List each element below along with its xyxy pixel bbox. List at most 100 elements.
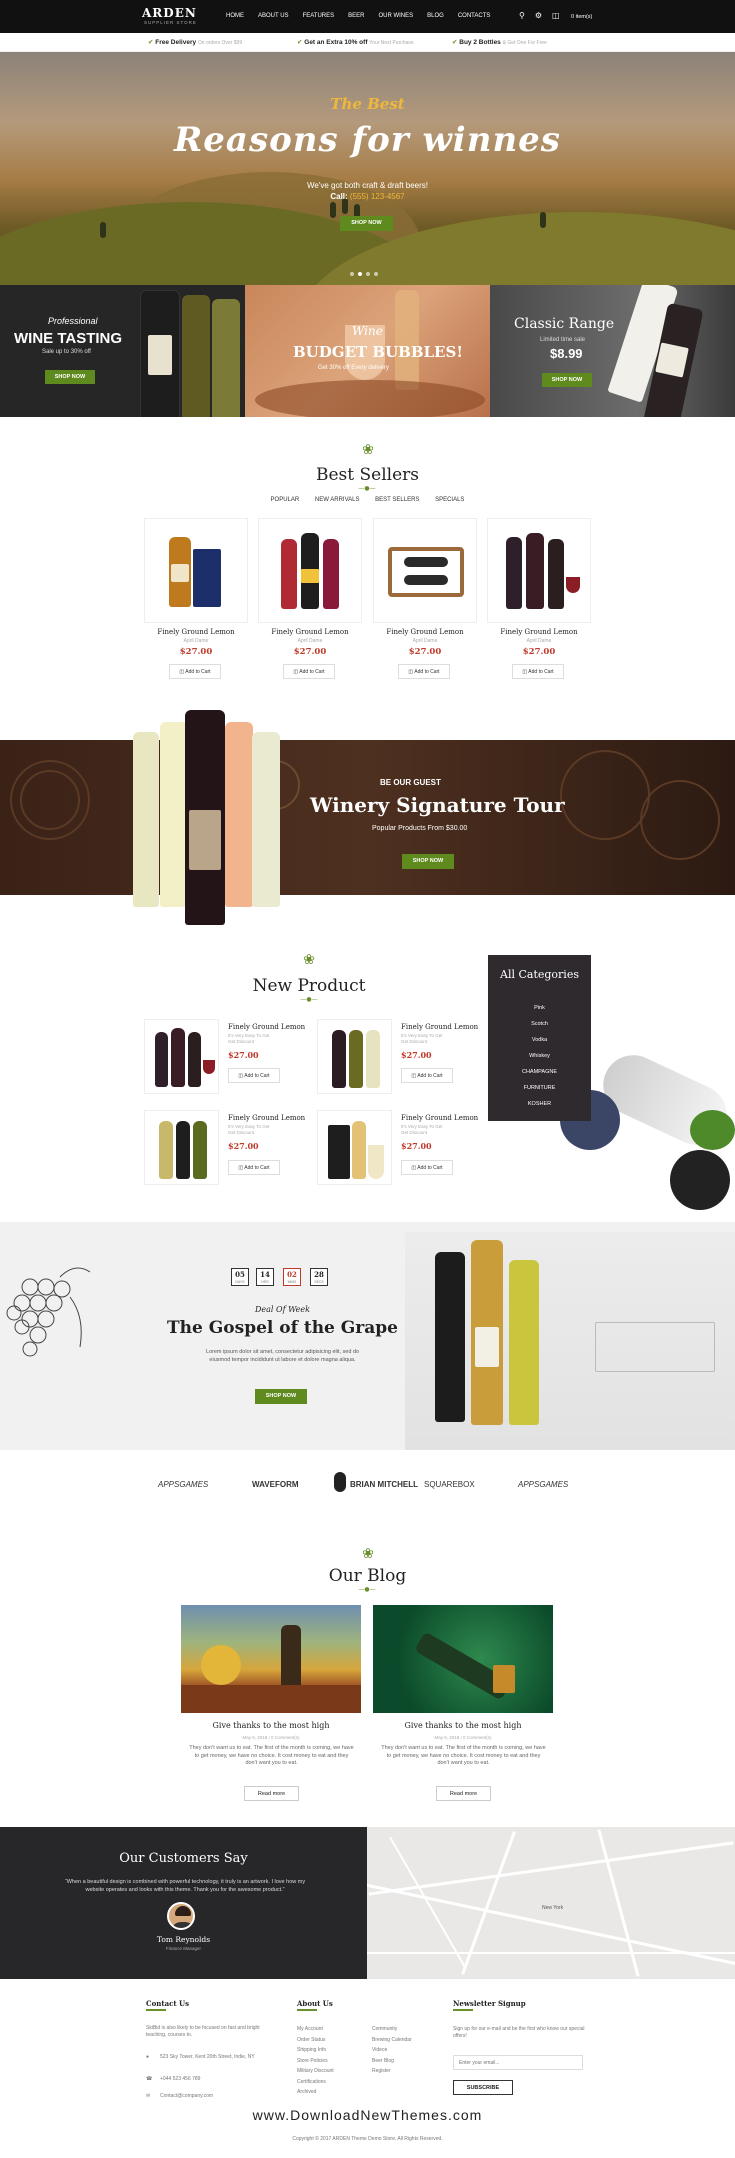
promo1-kicker: Professional (48, 316, 98, 326)
promo-classic-range[interactable] (490, 285, 735, 417)
footer-email[interactable]: Contact@company.com (160, 2093, 213, 2100)
add-to-cart-button[interactable]: ◫ Add to Cart (169, 664, 221, 679)
nav-beer[interactable]: BEER (348, 13, 364, 19)
product-name[interactable]: Finely Ground Lemon (258, 628, 362, 636)
blog-post-excerpt: They don't want us to eat. The first of … (189, 1745, 354, 1766)
add-to-cart-button[interactable]: ◫ Add to Cart (512, 664, 564, 679)
blog-image[interactable] (373, 1605, 553, 1713)
brand-logo[interactable]: APPSGAMES (158, 1480, 208, 1489)
category-link[interactable]: Vodka (488, 1037, 591, 1043)
category-link[interactable]: Whiskey (488, 1053, 591, 1059)
category-link[interactable]: Scotch (488, 1021, 591, 1027)
product-name[interactable]: Finely Ground Lemon (228, 1023, 305, 1031)
tab-new-arrivals[interactable]: NEW ARRIVALS (315, 497, 360, 503)
add-to-cart-button[interactable]: ◫ Add to Cart (398, 664, 450, 679)
footer-link[interactable]: Beer Blog (372, 2056, 412, 2067)
product-name[interactable]: Finely Ground Lemon (401, 1114, 478, 1122)
blog-post-title[interactable]: Give thanks to the most high (181, 1721, 361, 1730)
category-link[interactable]: CHAMPAGNE (488, 1069, 591, 1075)
product-card[interactable] (317, 1110, 392, 1185)
slider-dot[interactable] (366, 272, 370, 276)
product-name[interactable]: Finely Ground Lemon (373, 628, 477, 636)
brand-mascot-icon (334, 1472, 346, 1492)
footer-link[interactable]: My Account (297, 2024, 334, 2035)
brand-logo[interactable]: APPSGAMES (518, 1480, 568, 1489)
footer-link[interactable]: Brewing Calendar (372, 2035, 412, 2046)
add-to-cart-button[interactable]: ◫ Add to Cart (228, 1160, 280, 1175)
cart-count[interactable]: 0 item(s) (571, 14, 592, 20)
nav-our-wines[interactable]: OUR WINES (378, 13, 413, 19)
info-free-delivery: ✔ Free Delivery On orders Over $99 (148, 39, 243, 46)
check-icon: ✔ (452, 39, 458, 46)
read-more-button[interactable]: Read more (244, 1786, 299, 1801)
slider-dot[interactable] (358, 272, 362, 276)
tab-best-sellers[interactable]: BEST SELLERS (375, 497, 419, 503)
deal-shop-now-button[interactable]: SHOP NOW (255, 1389, 307, 1404)
tab-specials[interactable]: SPECIALS (435, 497, 464, 503)
subscribe-button[interactable]: SUBSCRIBE (453, 2080, 513, 2095)
product-card[interactable] (258, 518, 362, 623)
map-label: New York (542, 1905, 564, 1911)
cart-icon[interactable]: ◫ (552, 11, 560, 20)
nav-about[interactable]: ABOUT US (258, 13, 289, 19)
footer-link[interactable]: Archived (297, 2087, 334, 2098)
product-card[interactable] (487, 518, 591, 623)
footer-link[interactable]: Register (372, 2066, 412, 2077)
product-name[interactable]: Finely Ground Lemon (144, 628, 248, 636)
footer-link[interactable]: Military Discount (297, 2066, 334, 2077)
location-map[interactable] (367, 1827, 735, 1979)
hero-shop-now-button[interactable]: SHOP NOW (340, 216, 393, 231)
nav-home[interactable]: HOME (226, 13, 244, 19)
slider-dot[interactable] (350, 272, 354, 276)
nav-blog[interactable]: BLOG (427, 13, 444, 19)
product-price: $27.00 (228, 1050, 259, 1060)
blog-image[interactable] (181, 1605, 361, 1713)
add-to-cart-button[interactable]: ◫ Add to Cart (401, 1160, 453, 1175)
footer-link[interactable]: Certifications (297, 2077, 334, 2088)
promo3-shop-now-button[interactable]: SHOP NOW (542, 373, 592, 387)
product-card[interactable] (144, 1110, 219, 1185)
category-link[interactable]: Pink (488, 1005, 591, 1011)
tab-popular[interactable]: POPULAR (271, 497, 300, 503)
tour-shop-now-button[interactable]: SHOP NOW (402, 854, 454, 869)
promo-wine-tasting[interactable] (0, 285, 245, 417)
brand-logo[interactable]: WAVEFORM (252, 1480, 299, 1489)
testimonial-title: Our Customers Say (119, 1851, 248, 1866)
product-price: $27.00 (408, 647, 442, 657)
product-card[interactable] (144, 1019, 219, 1094)
copyright: Copyright © 2017 ARDEN Theme Demo Store.… (292, 2136, 443, 2142)
product-card[interactable] (373, 518, 477, 623)
product-card[interactable] (144, 518, 248, 623)
category-link[interactable]: KOSHER (488, 1101, 591, 1107)
brand-logo[interactable]: SQUAREBOX (424, 1480, 475, 1489)
product-name[interactable]: Finely Ground Lemon (228, 1114, 305, 1122)
product-price: $27.00 (401, 1050, 432, 1060)
slider-dot[interactable] (374, 272, 378, 276)
product-name[interactable]: Finely Ground Lemon (401, 1023, 478, 1031)
add-to-cart-button[interactable]: ◫ Add to Cart (283, 664, 335, 679)
product-card[interactable] (317, 1019, 392, 1094)
promo2-title: BUDGET BUBBLES! (293, 343, 463, 361)
product-name[interactable]: Finely Ground Lemon (487, 628, 591, 636)
read-more-button[interactable]: Read more (436, 1786, 491, 1801)
footer-link[interactable]: Store Policies (297, 2056, 334, 2067)
category-link[interactable]: FURNITURE (488, 1085, 591, 1091)
footer-link[interactable]: Shipping Info (297, 2045, 334, 2056)
brand-logo[interactable]: BRIAN MITCHELL (350, 1480, 418, 1489)
newsletter-email-input[interactable] (453, 2055, 583, 2070)
blog-post-title[interactable]: Give thanks to the most high (373, 1721, 553, 1730)
search-icon[interactable]: ⚲ (519, 11, 525, 20)
hero-phone[interactable]: (555) 123-4567 (350, 192, 405, 201)
vineyard-sketch (405, 1232, 735, 1450)
footer-link[interactable]: Community (372, 2024, 412, 2035)
footer-link[interactable]: Order Status (297, 2035, 334, 2046)
footer-link[interactable]: Videos (372, 2045, 412, 2056)
promo1-shop-now-button[interactable]: SHOP NOW (45, 370, 95, 384)
add-to-cart-button[interactable]: ◫ Add to Cart (228, 1068, 280, 1083)
add-to-cart-button[interactable]: ◫ Add to Cart (401, 1068, 453, 1083)
gear-icon[interactable]: ⚙ (535, 11, 542, 20)
nav-features[interactable]: FEATURES (303, 13, 335, 19)
promo2-sub: Get 30% off Every delivery (318, 365, 389, 371)
nav-contacts[interactable]: CONTACTS (458, 13, 491, 19)
site-logo[interactable]: ARDEN (142, 6, 197, 20)
